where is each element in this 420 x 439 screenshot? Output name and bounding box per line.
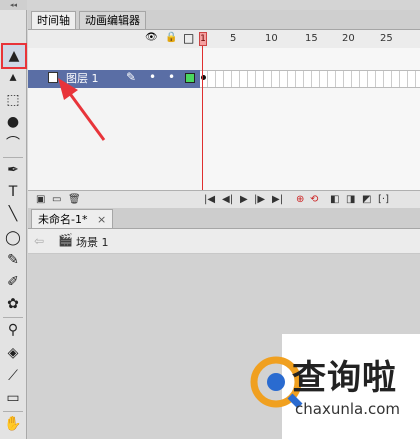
document-tab-label: 未命名-1* bbox=[38, 213, 88, 226]
document-tab-bar: 未命名-1* × bbox=[28, 208, 420, 229]
watermark-url-text: chaxunla.com bbox=[295, 400, 400, 418]
annotation-arrow-head bbox=[58, 78, 78, 100]
annotation-arrow-shaft bbox=[66, 90, 106, 141]
document-tab[interactable]: 未命名-1* × bbox=[31, 209, 114, 228]
watermark-logo: 查询啦 chaxunla.com bbox=[250, 334, 420, 439]
edit-bar: ⇦ 🎬 场景 1 bbox=[28, 229, 420, 254]
scene-clapper-icon: 🎬 bbox=[58, 233, 73, 247]
scene-name[interactable]: 场景 1 bbox=[76, 234, 109, 250]
watermark-brand-text: 查询啦 bbox=[292, 358, 397, 398]
back-arrow-icon[interactable]: ⇦ bbox=[34, 234, 44, 248]
close-document-icon[interactable]: × bbox=[97, 213, 106, 226]
